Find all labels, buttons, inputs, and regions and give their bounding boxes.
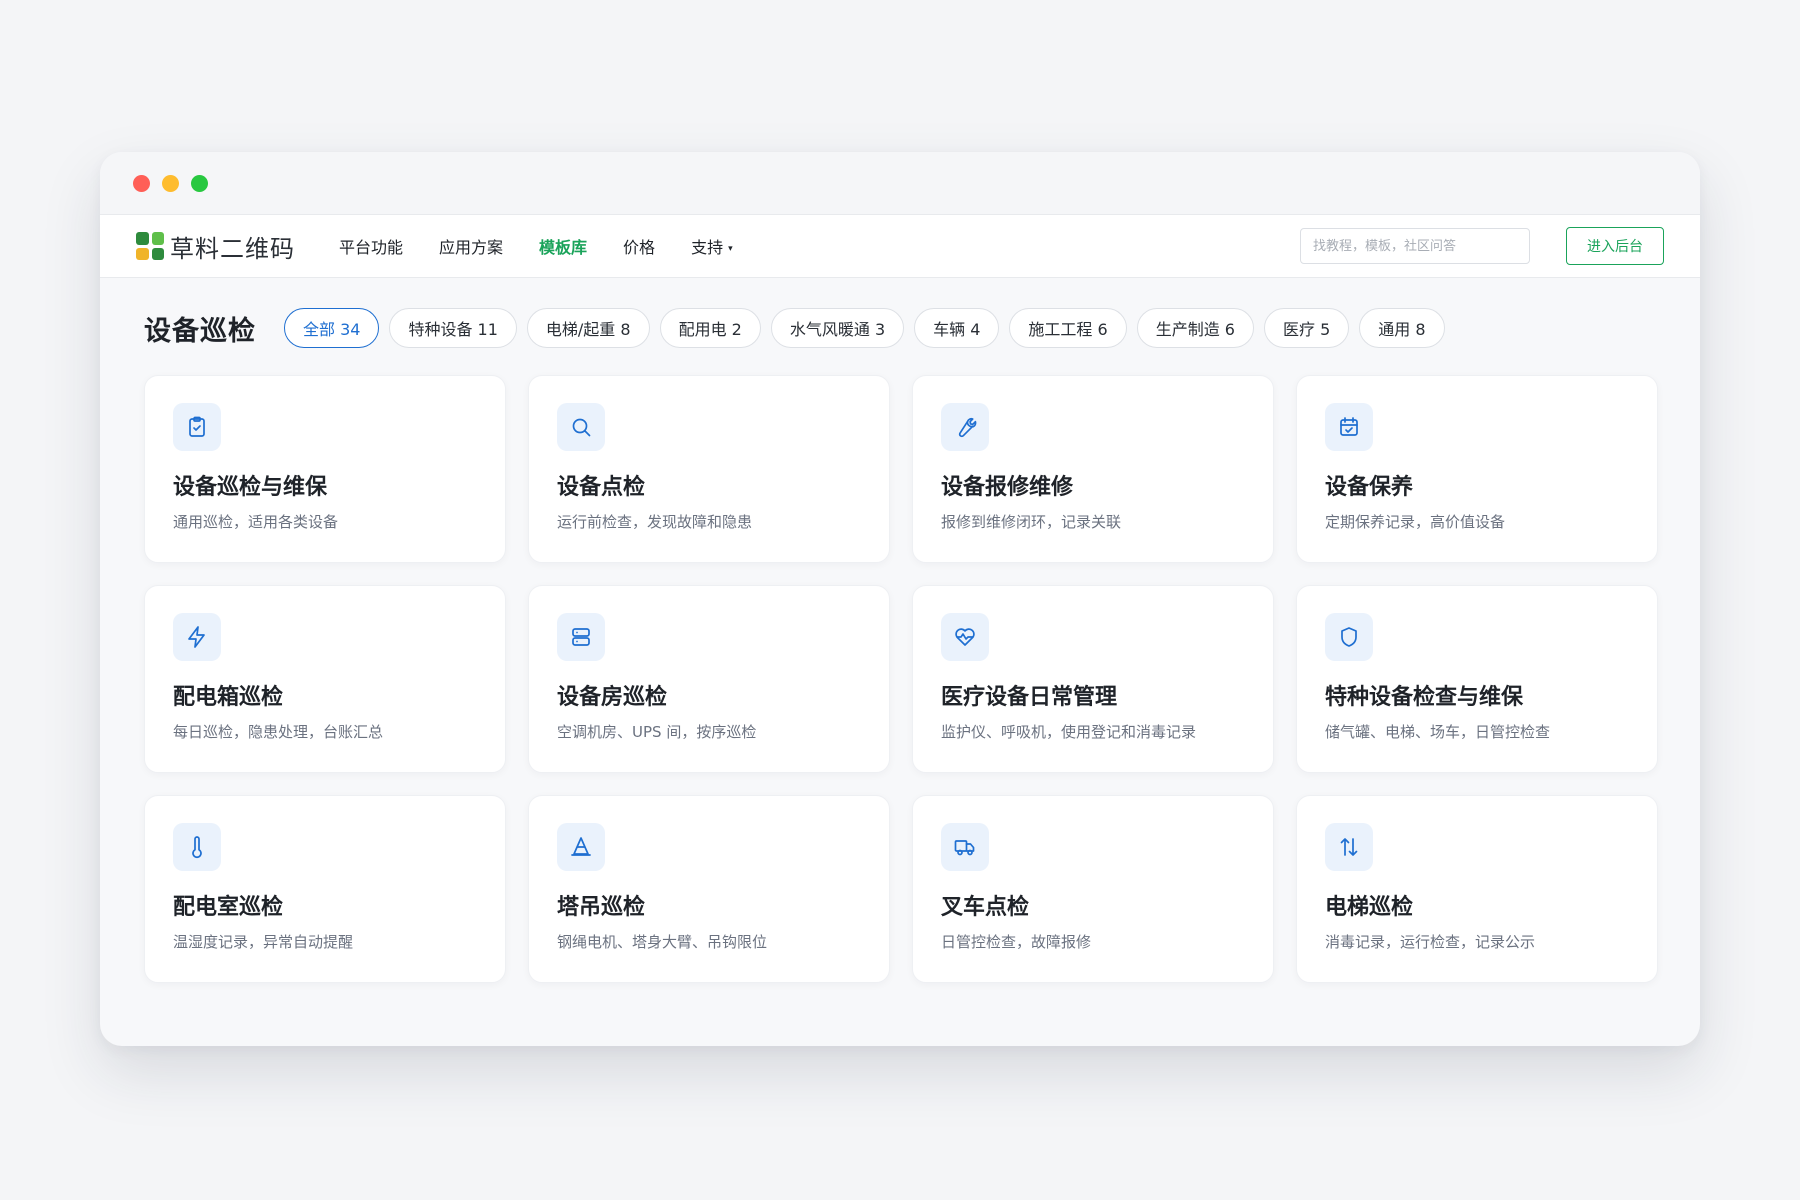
close-window-button[interactable] xyxy=(133,174,150,192)
main-content: 设备巡检 全部 34 特种设备 11 电梯/起重 8 配用电 2 水气风暖通 3 车辆 4… xyxy=(100,278,1700,983)
clipboard-check-icon xyxy=(173,403,221,451)
nav-item-label: 支持 xyxy=(691,238,724,257)
arrows-up-down-icon xyxy=(1325,823,1373,871)
template-grid: 设备巡检与维保 通用巡检，适用各类设备 设备点检 运行前检查，发现故障和隐患 设备报修维… xyxy=(144,375,1658,983)
template-title: 配电室巡检 xyxy=(173,895,284,920)
truck-icon xyxy=(941,823,989,871)
wrench-icon xyxy=(941,403,989,451)
template-description: 报修到维修闭环，记录关联 xyxy=(941,513,1122,531)
brand-logo[interactable]: 草料二维码 xyxy=(136,229,295,264)
filter-chip-4[interactable]: 水气风暖通 3 xyxy=(770,308,905,348)
template-title: 塔吊巡检 xyxy=(557,895,646,920)
filter-chip-0[interactable]: 全部 34 xyxy=(284,308,380,348)
filter-row: 设备巡检 全部 34 特种设备 11 电梯/起重 8 配用电 2 水气风暖通 3 车辆 4… xyxy=(144,308,1656,348)
calendar-check-icon xyxy=(1325,403,1373,451)
nav-item-2[interactable]: 模板库 xyxy=(539,234,587,258)
lightning-icon xyxy=(173,613,221,661)
template-description: 储气罐、电梯、场车，日管控检查 xyxy=(1325,723,1551,741)
template-title: 医疗设备日常管理 xyxy=(941,685,1118,710)
nav-item-1[interactable]: 应用方案 xyxy=(439,234,503,258)
logo-icon xyxy=(136,232,164,260)
template-description: 日管控检查，故障报修 xyxy=(941,933,1092,951)
template-card[interactable]: 电梯巡检消毒记录，运行检查，记录公示 xyxy=(1296,795,1658,983)
template-card[interactable]: 设备报修维修报修到维修闭环，记录关联 xyxy=(912,375,1274,563)
filter-chip-1[interactable]: 特种设备 11 xyxy=(389,308,517,348)
heart-pulse-icon xyxy=(941,613,989,661)
template-description: 监护仪、呼吸机，使用登记和消毒记录 xyxy=(941,723,1197,741)
page-title: 设备巡检 xyxy=(144,315,256,347)
template-card[interactable]: 设备保养定期保养记录，高价值设备 xyxy=(1296,375,1658,563)
template-description: 消毒记录，运行检查，记录公示 xyxy=(1325,933,1536,951)
nav-item-0[interactable]: 平台功能 xyxy=(339,234,403,258)
nav-item-label: 平台功能 xyxy=(339,238,404,257)
search-icon xyxy=(557,403,605,451)
nav-item-label: 价格 xyxy=(623,238,656,257)
filter-chip-9[interactable]: 通用 8 xyxy=(1359,308,1445,348)
nav-item-4[interactable]: 支持 ▾ xyxy=(691,234,733,258)
template-title: 设备报修维修 xyxy=(941,475,1074,500)
minimize-window-button[interactable] xyxy=(162,174,179,192)
cone-icon xyxy=(557,823,605,871)
template-card[interactable]: 配电箱巡检每日巡检，隐患处理，台账汇总 xyxy=(144,585,506,773)
template-title: 特种设备检查与维保 xyxy=(1325,685,1524,710)
template-card[interactable]: 设备点检运行前检查，发现故障和隐患 xyxy=(528,375,890,563)
nav-item-label: 应用方案 xyxy=(439,238,504,257)
template-card[interactable]: 特种设备检查与维保储气罐、电梯、场车，日管控检查 xyxy=(1296,585,1658,773)
brand-name: 草料二维码 xyxy=(170,234,295,263)
template-title: 配电箱巡检 xyxy=(173,685,284,710)
thermometer-icon xyxy=(173,823,221,871)
template-card[interactable]: 设备房巡检空调机房、UPS 间，按序巡检 xyxy=(528,585,890,773)
nav-right: 进入后台 xyxy=(1300,227,1664,265)
filter-chip-7[interactable]: 生产制造 6 xyxy=(1136,308,1254,348)
template-description: 定期保养记录，高价值设备 xyxy=(1325,513,1506,531)
filter-chip-3[interactable]: 配用电 2 xyxy=(659,308,761,348)
template-card[interactable]: 配电室巡检温湿度记录，异常自动提醒 xyxy=(144,795,506,983)
template-description: 运行前检查，发现故障和隐患 xyxy=(557,513,753,531)
template-description: 温湿度记录，异常自动提醒 xyxy=(173,933,354,951)
filter-chip-8[interactable]: 医疗 5 xyxy=(1263,308,1350,348)
template-title: 设备保养 xyxy=(1325,475,1414,500)
template-card[interactable]: 塔吊巡检钢绳电机、塔身大臂、吊钩限位 xyxy=(528,795,890,983)
filter-chip-5[interactable]: 车辆 4 xyxy=(914,308,1000,348)
template-title: 叉车点检 xyxy=(941,895,1030,920)
nav-item-3[interactable]: 价格 xyxy=(623,234,655,258)
template-card[interactable]: 医疗设备日常管理监护仪、呼吸机，使用登记和消毒记录 xyxy=(912,585,1274,773)
maximize-window-button[interactable] xyxy=(191,174,208,192)
filter-chip-6[interactable]: 施工工程 6 xyxy=(1009,308,1127,348)
template-title: 设备巡检与维保 xyxy=(173,475,328,500)
top-navbar: 草料二维码 平台功能 应用方案 模板库 价格 支持 ▾ 进入后台 xyxy=(100,214,1700,278)
server-icon xyxy=(557,613,605,661)
template-title: 设备点检 xyxy=(557,475,646,500)
chevron-down-icon: ▾ xyxy=(728,243,733,254)
window-titlebar xyxy=(100,152,1700,214)
nav-item-label: 模板库 xyxy=(539,238,588,257)
template-card[interactable]: 设备巡检与维保通用巡检，适用各类设备 xyxy=(144,375,506,563)
template-description: 通用巡检，适用各类设备 xyxy=(173,513,339,531)
filter-chip-2[interactable]: 电梯/起重 8 xyxy=(526,308,650,348)
template-title: 设备房巡检 xyxy=(557,685,668,710)
search-input[interactable] xyxy=(1300,228,1530,264)
browser-window: 草料二维码 平台功能应用方案模板库价格支持▾ 进入后台 设备巡检 全部 34特种… xyxy=(100,152,1700,1046)
category-filters: 全部 34 特种设备 11 电梯/起重 8 配用电 2 水气风暖通 3 车辆 4 施工工程 … xyxy=(284,308,1445,348)
template-description: 每日巡检，隐患处理，台账汇总 xyxy=(173,723,384,741)
template-card[interactable]: 叉车点检日管控检查，故障报修 xyxy=(912,795,1274,983)
template-description: 钢绳电机、塔身大臂、吊钩限位 xyxy=(557,933,768,951)
template-description: 空调机房、UPS 间，按序巡检 xyxy=(557,723,757,741)
template-title: 电梯巡检 xyxy=(1325,895,1414,920)
enter-admin-button[interactable]: 进入后台 xyxy=(1566,227,1664,265)
main-nav: 平台功能 应用方案 模板库 价格 支持 ▾ xyxy=(339,234,733,258)
shield-icon xyxy=(1325,613,1373,661)
